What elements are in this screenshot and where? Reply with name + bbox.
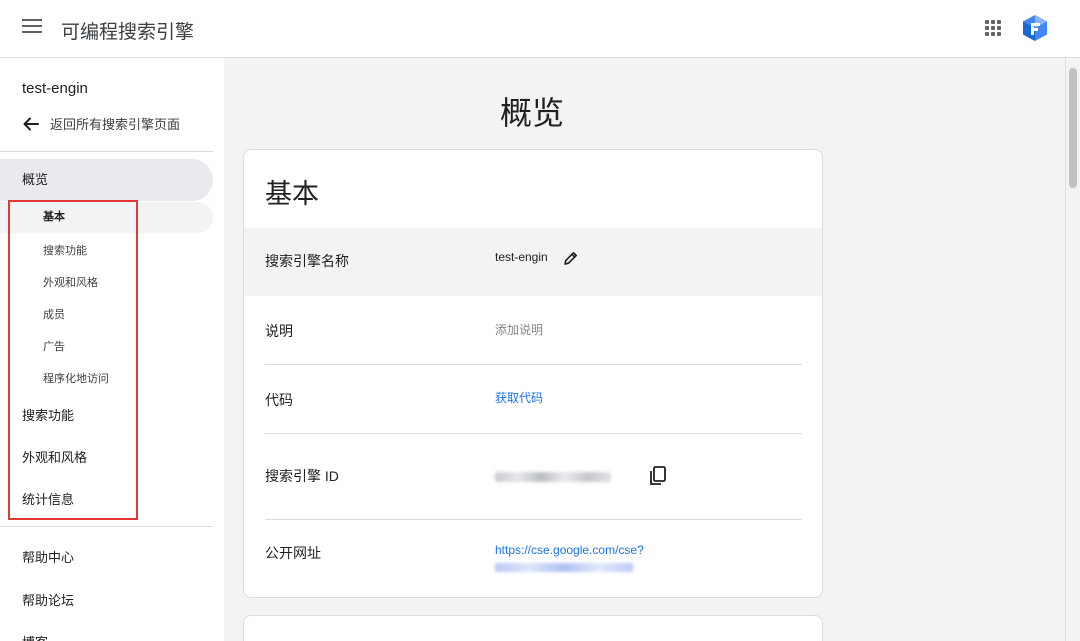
nav-help-center[interactable]: 帮助中心	[22, 547, 74, 566]
nav-overview[interactable]: 概览	[0, 159, 213, 201]
basic-card: 基本 搜索引擎名称 test-engin 说明 添加说明 代码 获取代码 搜索引…	[243, 149, 823, 598]
public-url-redacted	[495, 563, 633, 572]
sidebar-divider	[0, 151, 213, 152]
app-title: 可编程搜索引擎	[61, 22, 195, 43]
brand-logo[interactable]	[1022, 14, 1048, 42]
get-code-link[interactable]: 获取代码	[495, 389, 543, 406]
scroll-thumb[interactable]	[1069, 68, 1077, 188]
menu-icon[interactable]	[22, 19, 42, 39]
engine-id-label: 搜索引擎 ID	[265, 468, 339, 484]
engine-name-label: 搜索引擎名称	[265, 253, 349, 269]
card-title: 基本	[265, 179, 319, 209]
page-scrollbar[interactable]	[1065, 58, 1080, 641]
back-label: 返回所有搜索引擎页面	[50, 117, 181, 132]
engine-name: test-engin	[22, 80, 88, 97]
edit-pencil-icon[interactable]	[562, 249, 580, 267]
row-engine-id: 搜索引擎 ID	[244, 434, 822, 520]
sidebar: test-engin 返回所有搜索引擎页面 概览 基本 搜索功能 外观和风格 成…	[0, 58, 224, 641]
engine-id-value-redacted	[495, 472, 611, 482]
description-label: 说明	[265, 323, 293, 339]
nav-blog[interactable]: 博客	[22, 632, 48, 641]
row-public-url: 公开网址 https://cse.google.com/cse?	[244, 520, 822, 597]
engine-name-value: test-engin	[495, 250, 548, 264]
nav-help-forum[interactable]: 帮助论坛	[22, 590, 74, 609]
back-arrow-icon	[23, 117, 39, 130]
row-engine-name: 搜索引擎名称 test-engin	[244, 228, 822, 296]
top-app-bar: 可编程搜索引擎	[0, 0, 1080, 58]
public-url-label: 公开网址	[265, 545, 321, 561]
copy-icon[interactable]	[648, 465, 668, 487]
code-label: 代码	[265, 392, 293, 408]
highlight-annotation-box	[8, 200, 138, 520]
apps-grid-icon[interactable]	[985, 20, 1001, 36]
description-placeholder[interactable]: 添加说明	[495, 321, 543, 338]
back-to-engines-link[interactable]: 返回所有搜索引擎页面	[22, 114, 180, 133]
page-title: 概览	[500, 95, 565, 131]
row-code: 代码 获取代码	[244, 365, 822, 434]
row-description: 说明 添加说明	[244, 296, 822, 365]
next-card	[243, 615, 823, 641]
sidebar-divider	[0, 526, 213, 527]
public-url-link[interactable]: https://cse.google.com/cse?	[495, 543, 644, 557]
